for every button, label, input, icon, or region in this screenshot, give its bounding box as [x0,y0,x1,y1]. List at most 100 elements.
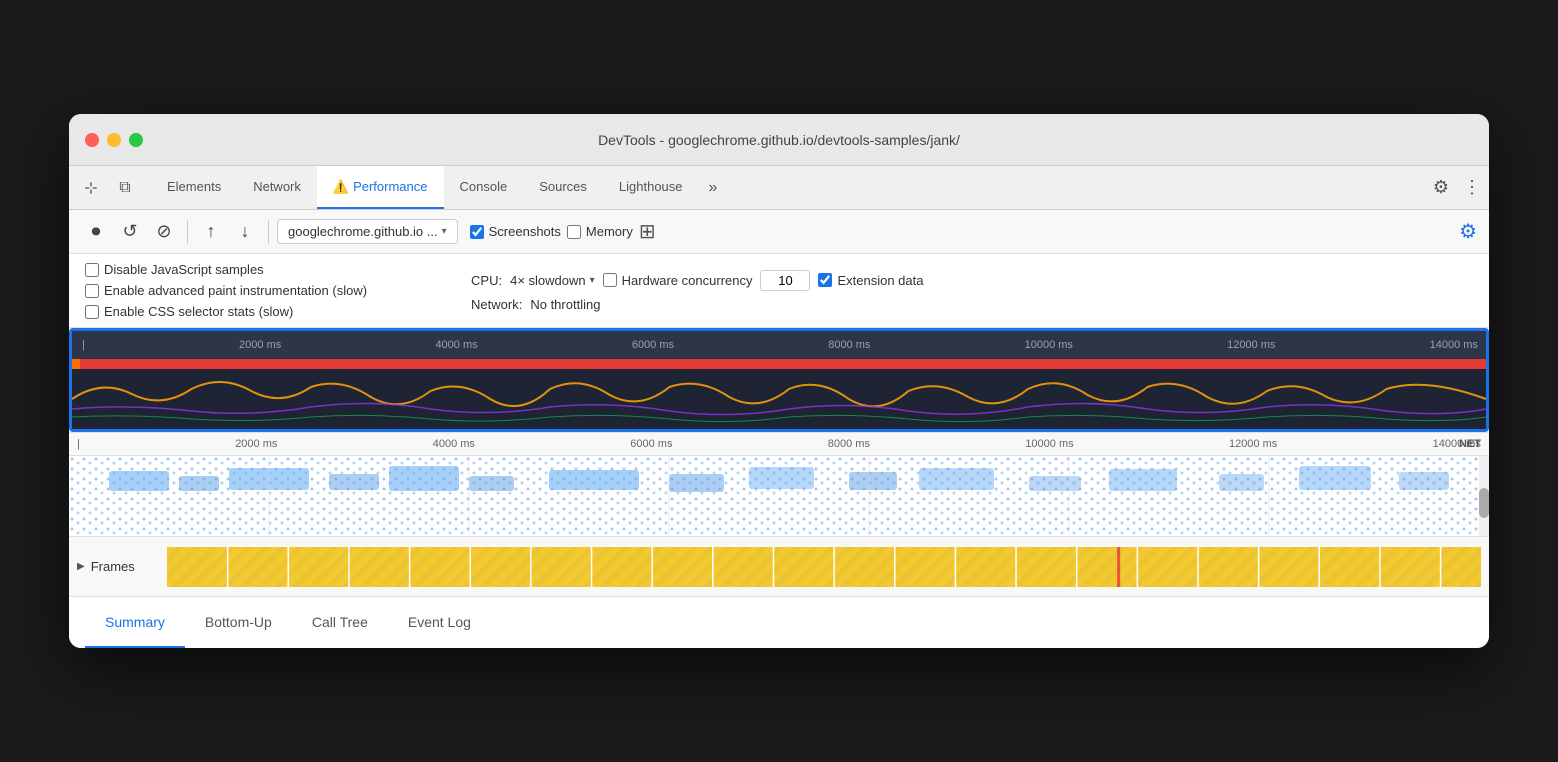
layers-icon[interactable]: ⊞ [639,219,656,244]
ruler2: | 2000 ms 4000 ms 6000 ms 8000 ms 10000 … [69,432,1489,456]
minimize-button[interactable] [107,133,121,147]
network-dot-area [69,456,1489,536]
css-stats-checkbox[interactable] [85,305,99,319]
cursor-icon[interactable]: ⊹ [77,174,105,202]
warning-icon: ⚠️ [333,179,349,195]
tab-performance[interactable]: ⚠️ Performance [317,166,444,209]
ext-data-text: Extension data [837,273,923,288]
disable-js-checkbox[interactable] [85,263,99,277]
ruler2-mark-5: 10000 ms [1025,438,1073,450]
url-filter[interactable]: googlechrome.github.io ... ▾ [277,219,458,244]
separator-2 [268,220,269,244]
ruler-labels: | 2000 ms 4000 ms 6000 ms 8000 ms 10000 … [80,339,1478,351]
network-label: Network: [471,297,522,312]
net-label: NET [1459,438,1481,450]
cpu-arrow-icon: ▾ [590,275,595,286]
cpu-label: CPU: [471,273,502,288]
tab-lighthouse[interactable]: Lighthouse [603,166,699,209]
window-controls [85,133,143,147]
ruler2-labels: | 2000 ms 4000 ms 6000 ms 8000 ms 10000 … [77,438,1481,450]
ruler-mark-3: 6000 ms [632,339,674,351]
frames-bar [167,547,1481,587]
network-setting-row: Network: No throttling [471,297,923,312]
tab-event-log-label: Event Log [408,614,471,630]
devtools-window: DevTools - googlechrome.github.io/devtoo… [69,114,1489,648]
advanced-paint-label[interactable]: Enable advanced paint instrumentation (s… [85,283,367,298]
cpu-setting-row: CPU: 4× slowdown ▾ Hardware concurrency … [471,270,923,291]
ruler-mark-5: 10000 ms [1025,339,1073,351]
more-options-icon[interactable]: ⋮ [1463,177,1481,198]
maximize-button[interactable] [129,133,143,147]
frames-collapse-icon: ▶ [77,561,85,572]
tab-summary[interactable]: Summary [85,597,185,648]
tab-call-tree[interactable]: Call Tree [292,597,388,648]
screenshots-checkbox[interactable] [470,225,484,239]
titlebar: DevTools - googlechrome.github.io/devtoo… [69,114,1489,166]
clear-button[interactable]: ⊘ [149,217,179,247]
timeline-ruler: | 2000 ms 4000 ms 6000 ms 8000 ms 10000 … [72,331,1486,359]
screenshots-label: Screenshots [489,224,561,239]
hw-concurrency-text: Hardware concurrency [622,273,753,288]
css-stats-label[interactable]: Enable CSS selector stats (slow) [85,304,367,319]
ruler2-mark-3: 6000 ms [630,438,672,450]
settings-panel: Disable JavaScript samples Enable advanc… [69,254,1489,328]
advanced-paint-text: Enable advanced paint instrumentation (s… [104,283,367,298]
timeline-overview[interactable]: | 2000 ms 4000 ms 6000 ms 8000 ms 10000 … [69,328,1489,432]
hw-concurrency-label[interactable]: Hardware concurrency [603,273,753,288]
record-button[interactable]: ⏺ [81,217,111,247]
scrollbar-thumb[interactable] [1479,488,1489,518]
ruler2-mark-6: 12000 ms [1229,438,1277,450]
reload-record-button[interactable]: ↺ [115,217,145,247]
ruler2-mark-1: 2000 ms [235,438,277,450]
advanced-paint-checkbox[interactable] [85,284,99,298]
memory-checkbox-label[interactable]: Memory [567,224,633,239]
cpu-dropdown[interactable]: 4× slowdown ▾ [510,273,595,288]
ext-data-group: Extension data [818,273,923,288]
frames-label: Frames [91,559,135,574]
upload-button[interactable]: ↑ [196,217,226,247]
cpu-value: 4× slowdown [510,273,586,288]
bottom-tab-bar: Summary Bottom-Up Call Tree Event Log [69,596,1489,648]
frames-section: ▶ Frames [69,536,1489,596]
device-toggle-icon[interactable]: ⧉ [111,174,139,202]
ruler2-mark-4: 8000 ms [828,438,870,450]
tab-sources[interactable]: Sources [523,166,603,209]
tab-event-log[interactable]: Event Log [388,597,491,648]
screenshots-checkbox-label[interactable]: Screenshots [470,224,561,239]
ruler-mark-2: 4000 ms [435,339,477,351]
ext-data-checkbox[interactable] [818,273,832,287]
frames-header[interactable]: ▶ Frames [77,559,167,574]
tab-bar: ⊹ ⧉ Elements Network ⚠️ Performance Cons… [69,166,1489,210]
hw-concurrency-group: Hardware concurrency [603,270,811,291]
more-tabs-button[interactable]: » [699,166,728,209]
separator-1 [187,220,188,244]
url-text: googlechrome.github.io ... [288,224,438,239]
left-settings: Disable JavaScript samples Enable advanc… [85,262,367,319]
close-button[interactable] [85,133,99,147]
disable-js-label[interactable]: Disable JavaScript samples [85,262,367,277]
tabbar-right-controls: ⚙ ⋮ [1427,174,1481,202]
network-value: No throttling [530,297,600,312]
css-stats-text: Enable CSS selector stats (slow) [104,304,293,319]
ruler-mark-6: 12000 ms [1227,339,1275,351]
settings-gear-icon[interactable]: ⚙ [1427,174,1455,202]
hw-concurrency-input[interactable] [760,270,810,291]
screenshots-toggle: Screenshots Memory ⊞ [470,219,656,244]
tab-elements[interactable]: Elements [151,166,237,209]
performance-settings-icon[interactable]: ⚙ [1459,219,1477,244]
tab-console[interactable]: Console [444,166,524,209]
ruler-mark-0: | [82,339,85,351]
tab-bottom-up[interactable]: Bottom-Up [185,597,292,648]
tab-summary-label: Summary [105,614,165,630]
scrollbar-track[interactable] [1479,456,1489,536]
memory-checkbox[interactable] [567,225,581,239]
ruler2-mark-0: | [77,438,80,450]
waveform-area [72,369,1486,429]
right-settings: CPU: 4× slowdown ▾ Hardware concurrency … [471,270,923,312]
main-tabs: Elements Network ⚠️ Performance Console … [151,166,1427,209]
ruler-mark-1: 2000 ms [239,339,281,351]
download-button[interactable]: ↓ [230,217,260,247]
ruler2-mark-2: 4000 ms [433,438,475,450]
hw-concurrency-checkbox[interactable] [603,273,617,287]
tab-network[interactable]: Network [237,166,317,209]
